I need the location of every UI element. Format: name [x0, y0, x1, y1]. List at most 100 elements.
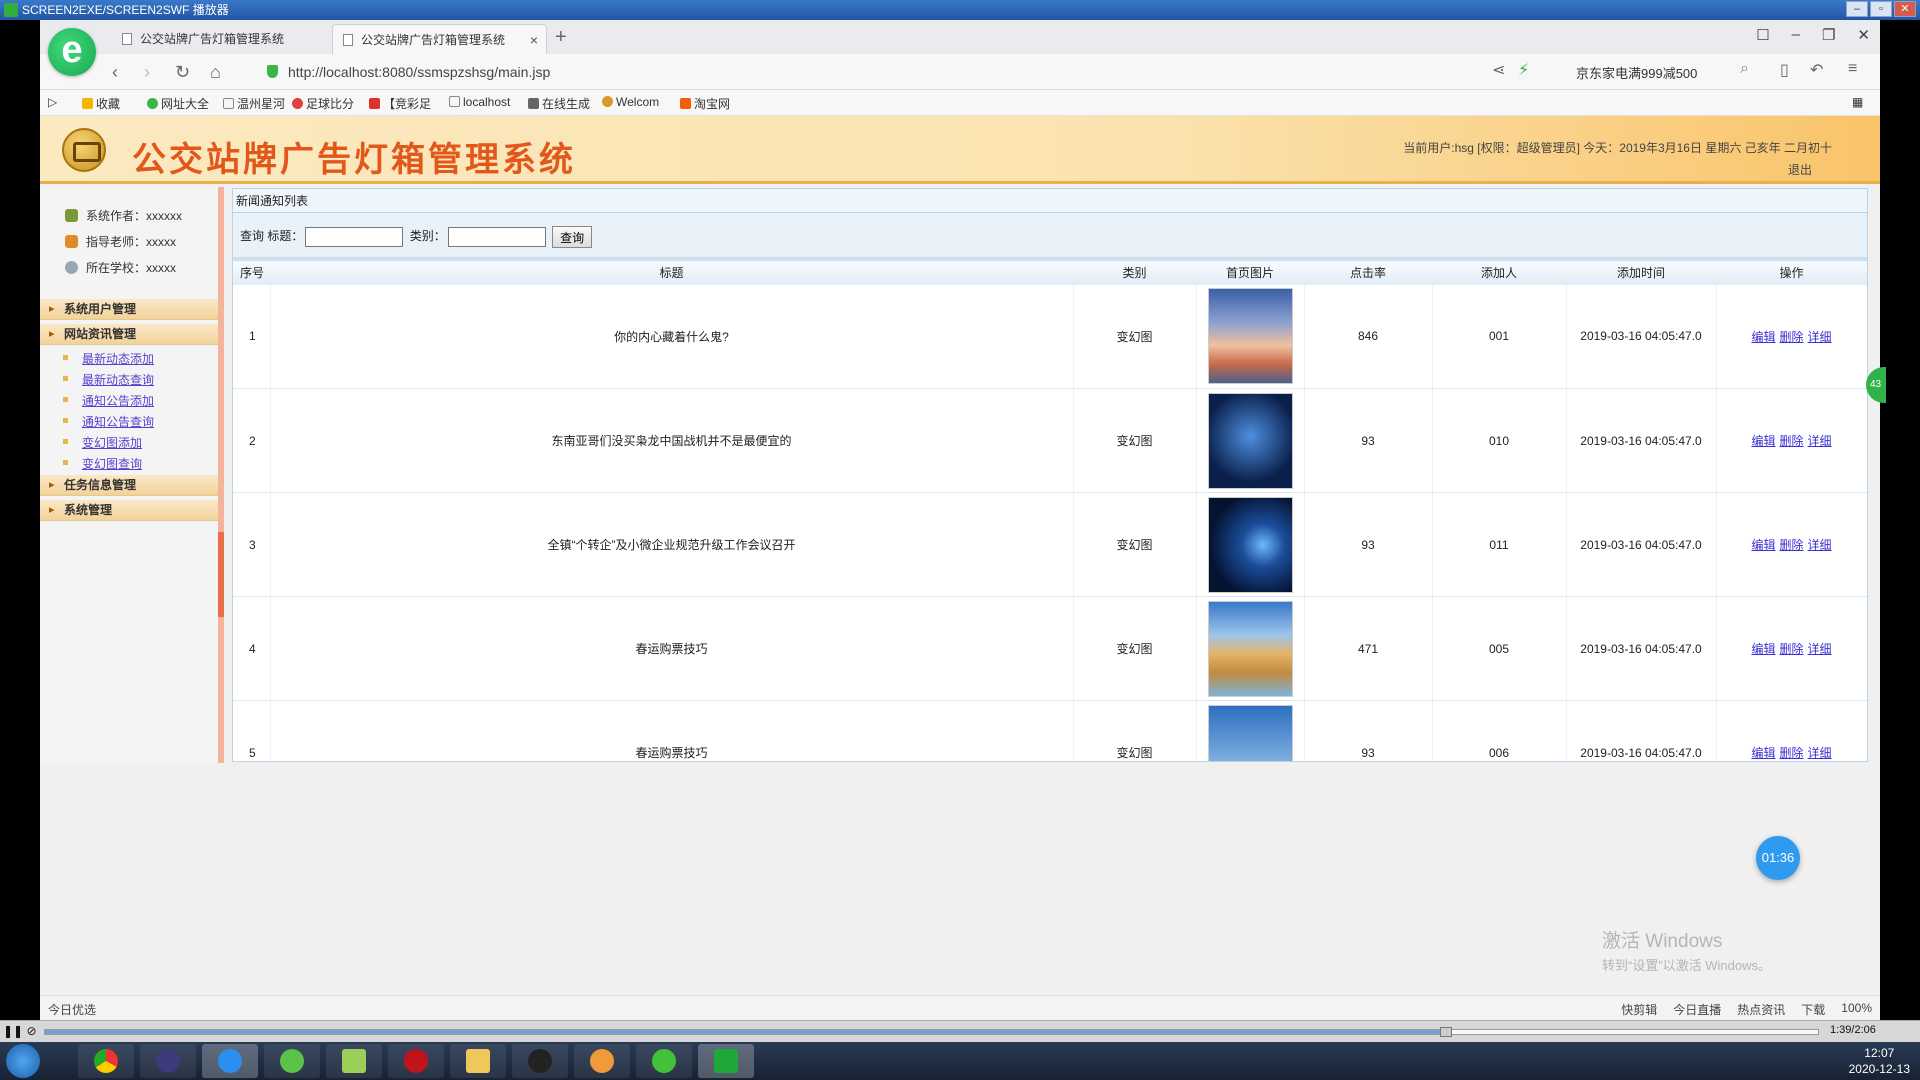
search-suggestion[interactable]: 京东家电满999减500 — [1576, 63, 1697, 82]
edit-link[interactable]: 编辑 — [1751, 434, 1775, 448]
back-icon[interactable]: ‹ — [112, 62, 118, 83]
sidebar-scroll-handle[interactable] — [218, 532, 224, 617]
minimize-icon[interactable]: – — [1792, 26, 1800, 44]
menu-item-news-add[interactable]: 最新动态添加 — [62, 350, 154, 367]
timer-bubble[interactable]: 01:36 — [1756, 836, 1800, 880]
menu-item-banner-add[interactable]: 变幻图添加 — [62, 434, 142, 451]
tab-close-icon[interactable]: × — [530, 25, 538, 54]
edit-link[interactable]: 编辑 — [1751, 642, 1775, 656]
bookmark-item[interactable]: localhost — [449, 95, 510, 109]
explorer-app[interactable] — [450, 1044, 506, 1078]
menu-icon[interactable]: ≡ — [1848, 60, 1857, 78]
edit-link[interactable]: 编辑 — [1751, 330, 1775, 344]
thumbnail-image[interactable] — [1207, 496, 1293, 593]
qq-app[interactable] — [512, 1044, 568, 1078]
player-close-button[interactable]: ✕ — [1894, 1, 1916, 17]
category-input[interactable] — [447, 227, 546, 247]
audio-app[interactable] — [574, 1044, 630, 1078]
reader-icon[interactable]: ▯ — [1780, 60, 1789, 80]
bookmark-item[interactable]: Welcom — [602, 95, 659, 109]
bookmark-item[interactable]: 网址大全 — [147, 95, 209, 112]
quick-edit-link[interactable]: 快剪辑 — [1621, 1001, 1657, 1018]
reload-icon[interactable]: ↻ — [175, 62, 190, 83]
hot-news-link[interactable]: 热点资讯 — [1737, 1001, 1785, 1018]
menu-task-info[interactable]: 任务信息管理 — [40, 475, 218, 496]
watermark-line1: 激活 Windows — [1602, 931, 1723, 952]
progress-fill — [45, 1030, 1446, 1034]
eclipse-app[interactable] — [140, 1044, 196, 1078]
pause-icon[interactable]: ❚❚ ⊘ — [3, 1024, 37, 1038]
zoom-level[interactable]: 100% — [1841, 1001, 1872, 1018]
tab-active[interactable]: 公交站牌广告灯箱管理系统 × — [332, 24, 547, 54]
player-minimize-button[interactable]: – — [1846, 1, 1868, 17]
progress-track[interactable] — [44, 1027, 1819, 1037]
lightning-icon[interactable]: ⚡ — [1518, 60, 1529, 80]
menu-system[interactable]: 系统管理 — [40, 500, 218, 521]
delete-link[interactable]: 删除 — [1779, 642, 1803, 656]
search-icon[interactable]: ⌕ — [1740, 60, 1749, 78]
player-restore-button[interactable]: ▫ — [1870, 1, 1892, 17]
close-icon[interactable]: ✕ — [1857, 26, 1870, 44]
app-notes[interactable] — [326, 1044, 382, 1078]
start-button[interactable] — [6, 1044, 40, 1078]
forward-icon[interactable]: › — [144, 62, 150, 83]
query-button[interactable]: 查询 — [552, 226, 593, 248]
today-picks-link[interactable]: 今日优选 — [48, 1001, 96, 1018]
cell-clicks: 93 — [1304, 700, 1433, 761]
bookmark-item[interactable]: 温州星河 — [223, 95, 285, 112]
download-link[interactable]: 下载 — [1801, 1001, 1825, 1018]
tab-inactive[interactable]: 公交站牌广告灯箱管理系统 — [112, 24, 327, 54]
bookmark-item[interactable]: 淘宝网 — [680, 95, 730, 112]
delete-link[interactable]: 删除 — [1779, 330, 1803, 344]
flash-app[interactable] — [388, 1044, 444, 1078]
bookmark-item[interactable]: 收藏 — [82, 95, 120, 112]
bookmark-item[interactable]: 足球比分 — [292, 95, 354, 112]
home-icon[interactable]: ⌂ — [210, 62, 221, 83]
player-app[interactable] — [698, 1044, 754, 1078]
delete-link[interactable]: 删除 — [1779, 538, 1803, 552]
restore-icon[interactable]: ❐ — [1822, 26, 1835, 44]
detail-link[interactable]: 详细 — [1808, 538, 1832, 552]
sidebar-toggle-icon[interactable]: ▷ — [48, 95, 57, 109]
undo-icon[interactable]: ↶ — [1810, 60, 1823, 80]
browser-app[interactable] — [202, 1044, 258, 1078]
menu-item-news-query[interactable]: 最新动态查询 — [62, 371, 154, 388]
delete-link[interactable]: 删除 — [1779, 434, 1803, 448]
detail-link[interactable]: 详细 — [1808, 330, 1832, 344]
bookmark-item[interactable]: 在线生成 — [528, 95, 590, 112]
new-tab-button[interactable]: + — [555, 26, 567, 49]
delete-link[interactable]: 删除 — [1779, 746, 1803, 760]
table-row: 1 你的内心藏着什么鬼? 变幻图 846 001 2019-03-16 04:0… — [233, 284, 1867, 389]
live-link[interactable]: 今日直播 — [1673, 1001, 1721, 1018]
address-bar[interactable]: http://localhost:8080/ssmspzshsg/main.js… — [288, 64, 550, 80]
skin-icon[interactable]: ☐ — [1756, 26, 1769, 44]
thumbnail-image[interactable] — [1207, 600, 1293, 697]
detail-link[interactable]: 详细 — [1808, 434, 1832, 448]
thumbnail-image[interactable] — [1207, 288, 1293, 385]
table-row: 3 全镇“个转企”及小微企业规范升级工作会议召开 变幻图 93 011 2019… — [233, 492, 1867, 597]
grid-apps-icon[interactable]: ▦ — [1852, 95, 1863, 109]
chrome-app[interactable] — [78, 1044, 134, 1078]
cell-title: 春运购票技巧 — [270, 596, 1074, 701]
edit-link[interactable]: 编辑 — [1751, 538, 1775, 552]
edit-link[interactable]: 编辑 — [1751, 746, 1775, 760]
menu-item-notice-query[interactable]: 通知公告查询 — [62, 413, 154, 430]
logout-link[interactable]: 退出 — [1788, 161, 1812, 178]
browser-logo-icon[interactable]: e — [48, 28, 96, 76]
wechat-app[interactable] — [636, 1044, 692, 1078]
title-input[interactable] — [305, 227, 404, 247]
menu-system-users[interactable]: 系统用户管理 — [40, 299, 218, 320]
bookmark-item[interactable]: 【竞彩足 — [369, 95, 431, 112]
detail-link[interactable]: 详细 — [1808, 746, 1832, 760]
thumbnail-image[interactable] — [1207, 392, 1293, 489]
share-icon[interactable]: ⋖ — [1492, 60, 1505, 80]
menu-site-news[interactable]: 网站资讯管理 — [40, 324, 218, 345]
menu-item-notice-add[interactable]: 通知公告添加 — [62, 392, 154, 409]
menu-item-banner-query[interactable]: 变幻图查询 — [62, 455, 142, 472]
system-tray-clock[interactable]: 12:07 2020-12-13 — [1849, 1045, 1910, 1077]
tab-label: 公交站牌广告灯箱管理系统 — [361, 33, 506, 47]
progress-knob[interactable] — [1439, 1027, 1452, 1037]
app-green[interactable] — [264, 1044, 320, 1078]
detail-link[interactable]: 详细 — [1808, 642, 1832, 656]
thumbnail-image[interactable] — [1207, 704, 1293, 761]
